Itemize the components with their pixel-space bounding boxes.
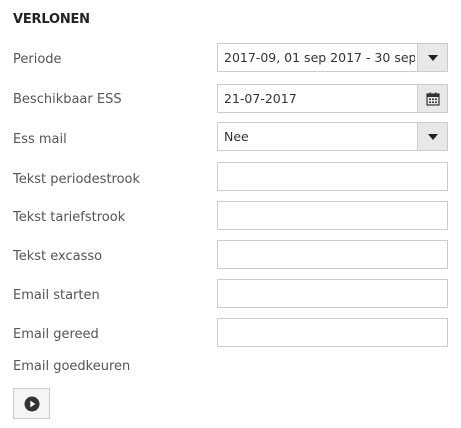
chevron-down-icon (427, 54, 438, 61)
ess-mail-dropdown-button[interactable] (417, 122, 448, 151)
beschikbaar-ess-label: Beschikbaar ESS (13, 92, 122, 107)
calendar-icon (425, 92, 440, 106)
email-starten-label: Email starten (13, 288, 100, 303)
periode-label: Periode (13, 52, 62, 67)
tekst-periodestrook-input[interactable] (217, 162, 448, 191)
periode-value: 2017-09, 01 sep 2017 - 30 sep 2017 (224, 50, 415, 65)
section-title: VERLONEN (13, 12, 90, 27)
email-starten-input[interactable] (217, 279, 448, 308)
email-gereed-input[interactable] (217, 318, 448, 347)
calendar-button[interactable] (417, 84, 448, 113)
play-button[interactable] (13, 388, 50, 419)
beschikbaar-ess-date-field[interactable]: 21-07-2017 (217, 84, 448, 113)
email-gereed-label: Email gereed (13, 327, 99, 342)
ess-mail-label: Ess mail (13, 132, 67, 147)
periode-dropdown-button[interactable] (417, 43, 448, 72)
play-circle-icon (24, 396, 39, 411)
ess-mail-select[interactable]: Nee (217, 122, 448, 151)
ess-mail-value: Nee (224, 129, 249, 144)
tekst-tariefstrook-input[interactable] (217, 201, 448, 230)
beschikbaar-ess-value: 21-07-2017 (224, 91, 297, 106)
tekst-excasso-input[interactable] (217, 240, 448, 269)
chevron-down-icon (427, 133, 438, 140)
tekst-periodestrook-label: Tekst periodestrook (13, 172, 141, 187)
periode-select[interactable]: 2017-09, 01 sep 2017 - 30 sep 2017 (217, 43, 448, 72)
email-goedkeuren-label: Email goedkeuren (13, 359, 131, 374)
tekst-excasso-label: Tekst excasso (13, 249, 103, 264)
tekst-tariefstrook-label: Tekst tariefstrook (13, 210, 126, 225)
